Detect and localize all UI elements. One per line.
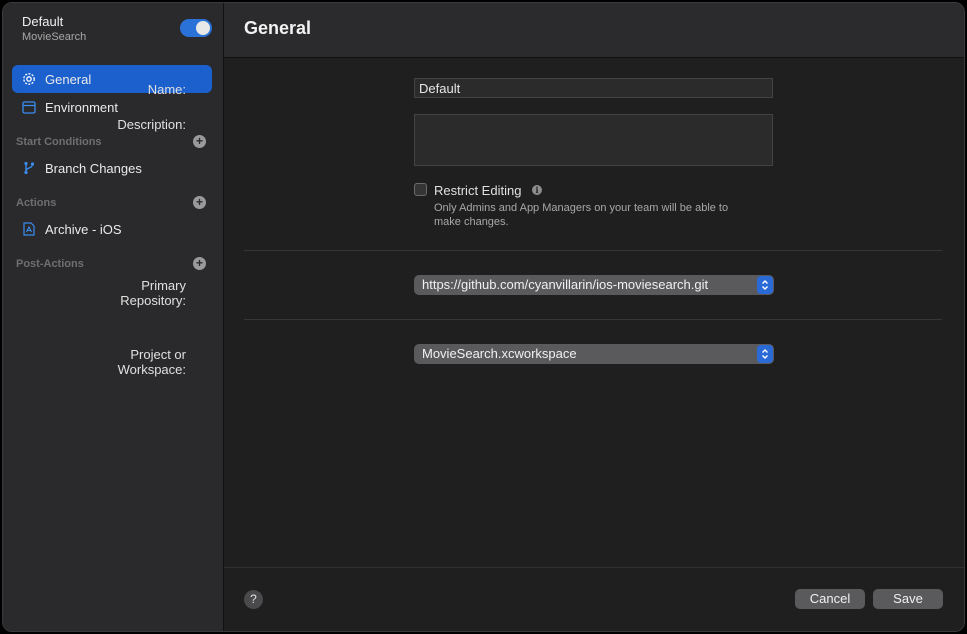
divider	[244, 250, 942, 251]
gear-icon	[21, 71, 37, 87]
sidebar-item-label: Archive - iOS	[45, 221, 122, 237]
info-icon[interactable]: i	[532, 185, 542, 195]
sidebar-item-archive-ios[interactable]: Archive - iOS	[12, 215, 212, 243]
add-start-condition-button[interactable]: +	[193, 135, 206, 148]
description-label: Description:	[117, 117, 186, 132]
divider	[244, 319, 942, 320]
sidebar-item-branch-changes[interactable]: Branch Changes	[12, 154, 212, 182]
environment-icon	[21, 99, 37, 115]
primary-repository-value: https://github.com/cyanvillarin/ios-movi…	[422, 277, 709, 292]
branch-icon	[21, 160, 37, 176]
primary-repository-label: Primary Repository:	[120, 278, 186, 308]
sidebar-item-label: Branch Changes	[45, 160, 142, 176]
header: General	[224, 3, 964, 58]
restrict-editing-checkbox[interactable]	[414, 183, 427, 196]
section-start-conditions: Start Conditions	[16, 136, 102, 148]
name-field[interactable]: Default	[414, 78, 773, 98]
main-panel: General Name: Default Description: Restr…	[117, 3, 964, 631]
project-workspace-label: Project or Workspace:	[117, 347, 187, 377]
project-workspace-popup[interactable]: MovieSearch.xcworkspace	[414, 344, 774, 364]
project-workspace-value: MovieSearch.xcworkspace	[422, 346, 577, 361]
restrict-editing-label: Restrict Editing	[434, 183, 522, 198]
name-label: Name:	[147, 82, 186, 97]
archive-icon	[21, 221, 37, 237]
primary-repository-popup[interactable]: https://github.com/cyanvillarin/ios-movi…	[414, 275, 774, 295]
sidebar: Default MovieSearch General Environment …	[3, 3, 224, 631]
workflow-name: Default	[22, 14, 64, 29]
save-button[interactable]: Save	[873, 589, 943, 609]
workflow-editor-window: Default MovieSearch General Environment …	[2, 2, 965, 632]
workflow-enabled-toggle[interactable]	[180, 19, 212, 37]
sidebar-item-label: General	[45, 71, 92, 87]
page-title: General	[244, 18, 312, 38]
restrict-help-line: Only Admins and App Managers on your tea…	[434, 202, 729, 214]
help-button[interactable]: ?	[244, 590, 263, 609]
description-field[interactable]	[414, 114, 773, 166]
chevron-updown-icon	[757, 276, 773, 294]
section-actions: Actions	[16, 197, 57, 209]
section-post-actions: Post-Actions	[16, 258, 84, 270]
sidebar-item-label: Environment	[45, 99, 118, 115]
restrict-help-line: make changes.	[434, 216, 509, 228]
add-post-action-button[interactable]: +	[193, 257, 206, 270]
toggle-knob	[196, 21, 210, 35]
chevron-updown-icon	[757, 345, 773, 363]
restrict-editing-help: Only Admins and App Managers on your tea…	[434, 201, 728, 229]
cancel-button[interactable]: Cancel	[795, 589, 865, 609]
product-name: MovieSearch	[22, 31, 87, 43]
footer: ? Cancel Save	[224, 567, 964, 631]
add-action-button[interactable]: +	[193, 196, 206, 209]
